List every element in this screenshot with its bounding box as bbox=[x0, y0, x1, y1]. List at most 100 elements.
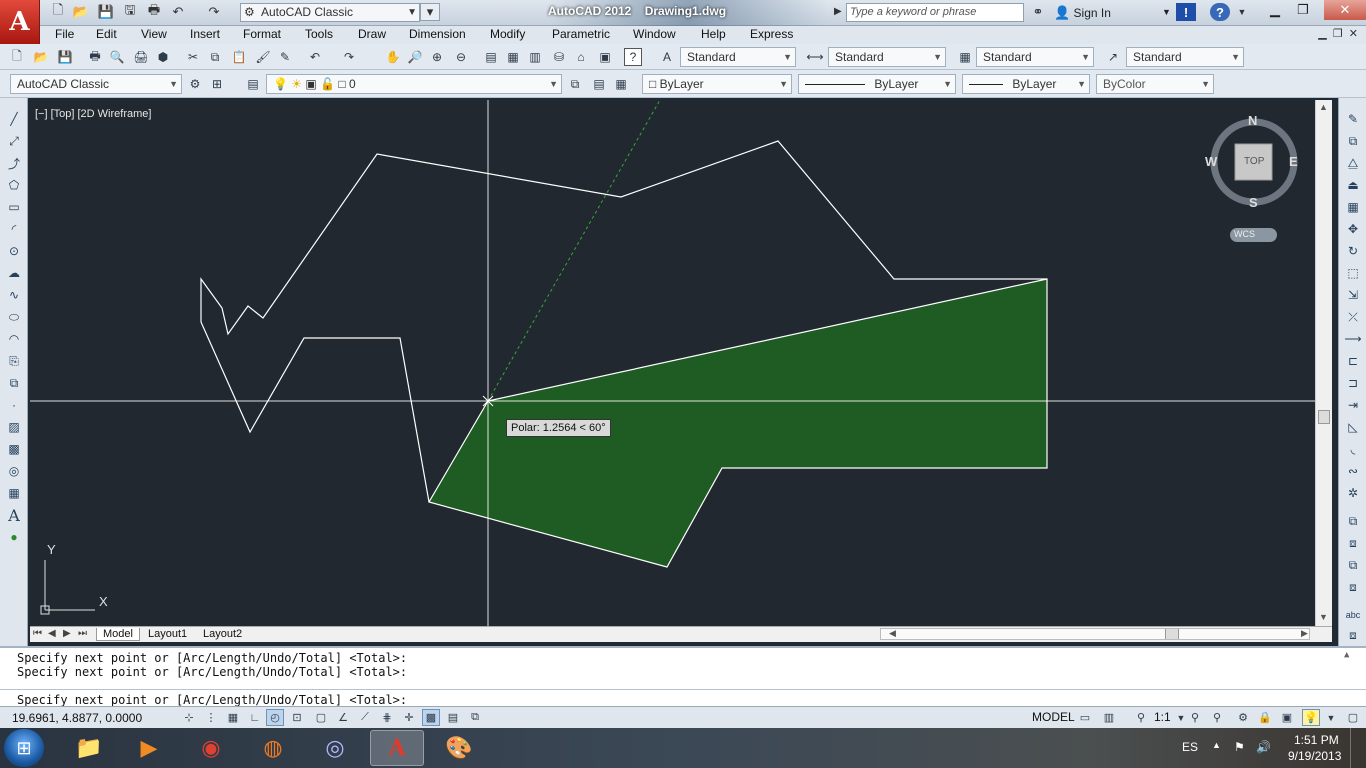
multileader-style-icon[interactable]: ↗ bbox=[1104, 48, 1122, 66]
ellipse-icon[interactable]: ⬭ bbox=[4, 308, 24, 326]
break-at-point-icon[interactable]: ⊏ bbox=[1343, 352, 1363, 370]
action-center-flag-icon[interactable]: ⚑ bbox=[1234, 740, 1245, 754]
layer-combo[interactable]: 💡 ☀ ▣ 🔓 □ 0 ▼ bbox=[266, 74, 562, 94]
table-style-combo[interactable]: Standard ▼ bbox=[976, 47, 1094, 67]
horizontal-scrollbar[interactable]: ◀ ▶ bbox=[880, 628, 1310, 640]
paste-icon[interactable]: 📋 bbox=[230, 48, 248, 66]
publish-icon[interactable]: 🖨 bbox=[132, 48, 150, 66]
vertical-scrollbar[interactable]: ▲ ▼ bbox=[1315, 100, 1332, 626]
menu-help[interactable]: Help bbox=[701, 27, 726, 41]
doc-close-icon[interactable]: ✕ bbox=[1349, 28, 1358, 40]
start-button[interactable]: ⊞ bbox=[4, 729, 44, 767]
region-icon[interactable]: ◎ bbox=[4, 462, 24, 480]
draw-order-front-icon[interactable]: ⧉ bbox=[1343, 512, 1363, 530]
expand-search-icon[interactable]: ▶ bbox=[834, 6, 842, 17]
doc-minimize-icon[interactable]: ▁ bbox=[1318, 28, 1326, 40]
compass-east[interactable]: E bbox=[1289, 154, 1298, 169]
menu-tools[interactable]: Tools bbox=[305, 27, 333, 41]
menu-insert[interactable]: Insert bbox=[190, 27, 220, 41]
tab-model[interactable]: Model bbox=[96, 628, 140, 641]
array-icon[interactable]: ▦ bbox=[1343, 198, 1363, 216]
grid-display-icon[interactable]: ▦ bbox=[224, 709, 242, 726]
quick-properties-icon[interactable]: ▤ bbox=[444, 709, 462, 726]
copy-icon[interactable]: ⧉ bbox=[206, 48, 224, 66]
workspace-save-icon[interactable]: ⊞ bbox=[208, 75, 226, 93]
text-style-combo[interactable]: Standard ▼ bbox=[680, 47, 796, 67]
menu-edit[interactable]: Edit bbox=[96, 27, 117, 41]
design-center-icon[interactable]: ▦ bbox=[504, 48, 522, 66]
hardware-acceleration-icon[interactable]: ▣ bbox=[1278, 709, 1296, 726]
viewport-controls-label[interactable]: [−] [Top] [2D Wireframe] bbox=[35, 108, 151, 120]
clock-date[interactable]: 9/19/2013 bbox=[1288, 749, 1341, 763]
quick-view-drawings-icon[interactable]: ▥ bbox=[1100, 709, 1118, 726]
join-icon[interactable]: ⇥ bbox=[1343, 396, 1363, 414]
restore-button[interactable]: ❐ bbox=[1286, 0, 1320, 20]
help-icon[interactable]: ? bbox=[1210, 3, 1230, 21]
viewcube-top-face[interactable]: TOP bbox=[1244, 156, 1264, 167]
line-icon[interactable]: ╱ bbox=[4, 110, 24, 128]
bring-above-icon[interactable]: ⧉ bbox=[1343, 556, 1363, 574]
workspace-switcher[interactable]: ⚙ AutoCAD Classic ▼ bbox=[240, 3, 420, 22]
binoculars-search-icon[interactable]: ⚭ bbox=[1028, 3, 1048, 21]
gradient-icon[interactable]: ▩ bbox=[4, 440, 24, 458]
pan-icon[interactable]: ✋ bbox=[384, 48, 402, 66]
move-icon[interactable]: ✥ bbox=[1343, 220, 1363, 238]
add-selected-icon[interactable]: ● bbox=[4, 528, 24, 546]
compass-north[interactable]: N bbox=[1248, 113, 1257, 128]
cut-icon[interactable]: ✂ bbox=[184, 48, 202, 66]
file-explorer-icon[interactable]: 📁 bbox=[62, 730, 116, 766]
multileader-style-combo[interactable]: Standard ▼ bbox=[1126, 47, 1244, 67]
rectangle-icon[interactable]: ▭ bbox=[4, 198, 24, 216]
menu-view[interactable]: View bbox=[141, 27, 167, 41]
scroll-left-icon[interactable]: ◀ bbox=[889, 628, 896, 639]
tab-layout1[interactable]: Layout1 bbox=[148, 628, 187, 640]
compass-west[interactable]: W bbox=[1205, 154, 1217, 169]
copy-object-icon[interactable]: ⧉ bbox=[1343, 132, 1363, 150]
break-icon[interactable]: ⊐ bbox=[1343, 374, 1363, 392]
multiline-text-icon[interactable]: A bbox=[4, 506, 24, 525]
workspace-switching-icon[interactable]: ⚙ bbox=[1234, 709, 1252, 726]
explode-icon[interactable]: ✲ bbox=[1343, 484, 1363, 502]
chevron-down-icon[interactable]: ▼ bbox=[1322, 709, 1340, 726]
insert-block-icon[interactable]: ⎘ bbox=[4, 352, 24, 370]
plot-style-combo[interactable]: ByColor ▼ bbox=[1096, 74, 1214, 94]
draw-order-back-icon[interactable]: ⧈ bbox=[1343, 534, 1363, 552]
menu-modify[interactable]: Modify bbox=[490, 27, 525, 41]
first-tab-icon[interactable]: ⏮ bbox=[33, 628, 42, 639]
make-block-icon[interactable]: ⧉ bbox=[4, 374, 24, 392]
match-properties-icon[interactable]: 🖌 bbox=[254, 48, 272, 66]
point-icon[interactable]: · bbox=[4, 396, 24, 414]
drawing-canvas[interactable]: [−] [Top] [2D Wireframe] N S E W TOP WCS… bbox=[30, 100, 1315, 626]
quickcalc-icon[interactable]: ▣ bbox=[596, 48, 614, 66]
command-line[interactable]: Specify next point or [Arc/Length/Undo/T… bbox=[0, 646, 1366, 707]
ortho-mode-icon[interactable]: ∟ bbox=[246, 709, 264, 726]
layer-properties-icon[interactable]: ▤ bbox=[244, 75, 262, 93]
compass-south[interactable]: S bbox=[1249, 195, 1258, 210]
layer-previous-icon[interactable]: ▤ bbox=[590, 75, 608, 93]
print-icon[interactable]: 🖶 bbox=[144, 2, 164, 21]
save-icon[interactable]: 💾 bbox=[96, 3, 116, 21]
erase-icon[interactable]: ✎ bbox=[1343, 110, 1363, 128]
last-tab-icon[interactable]: ⏭ bbox=[78, 628, 87, 639]
polyline-icon[interactable]: ⤴ bbox=[4, 154, 24, 172]
stretch-icon[interactable]: ⇲ bbox=[1343, 286, 1363, 304]
exchange-icon[interactable]: ! bbox=[1176, 3, 1196, 21]
chevron-down-icon[interactable]: ▼ bbox=[1232, 3, 1252, 21]
customize-quick-access-icon[interactable]: ▾ bbox=[420, 3, 440, 21]
save-icon[interactable]: 💾 bbox=[56, 48, 74, 66]
tab-layout2[interactable]: Layout2 bbox=[203, 628, 242, 640]
ellipse-arc-icon[interactable]: ◠ bbox=[4, 330, 24, 348]
model-space-toggle[interactable]: MODEL bbox=[1032, 710, 1075, 724]
selection-cycling-icon[interactable]: ⧉ bbox=[466, 709, 484, 726]
transparency-icon[interactable]: ▩ bbox=[422, 709, 440, 726]
paint-icon[interactable]: 🎨 bbox=[432, 730, 486, 766]
3d-object-snap-icon[interactable]: ▢ bbox=[312, 709, 330, 726]
dynamic-ucs-icon[interactable]: ⟋ bbox=[356, 709, 374, 726]
lock-ui-icon[interactable]: 🔒 bbox=[1256, 709, 1274, 726]
redo-icon[interactable]: ↷ bbox=[340, 48, 358, 66]
sheet-set-icon[interactable]: ⛁ bbox=[550, 48, 568, 66]
layer-states-icon[interactable]: ▦ bbox=[612, 75, 630, 93]
menu-format[interactable]: Format bbox=[243, 27, 281, 41]
new-file-icon[interactable]: 🗋 bbox=[48, 2, 68, 21]
zoom-window-icon[interactable]: ⊕ bbox=[428, 48, 446, 66]
